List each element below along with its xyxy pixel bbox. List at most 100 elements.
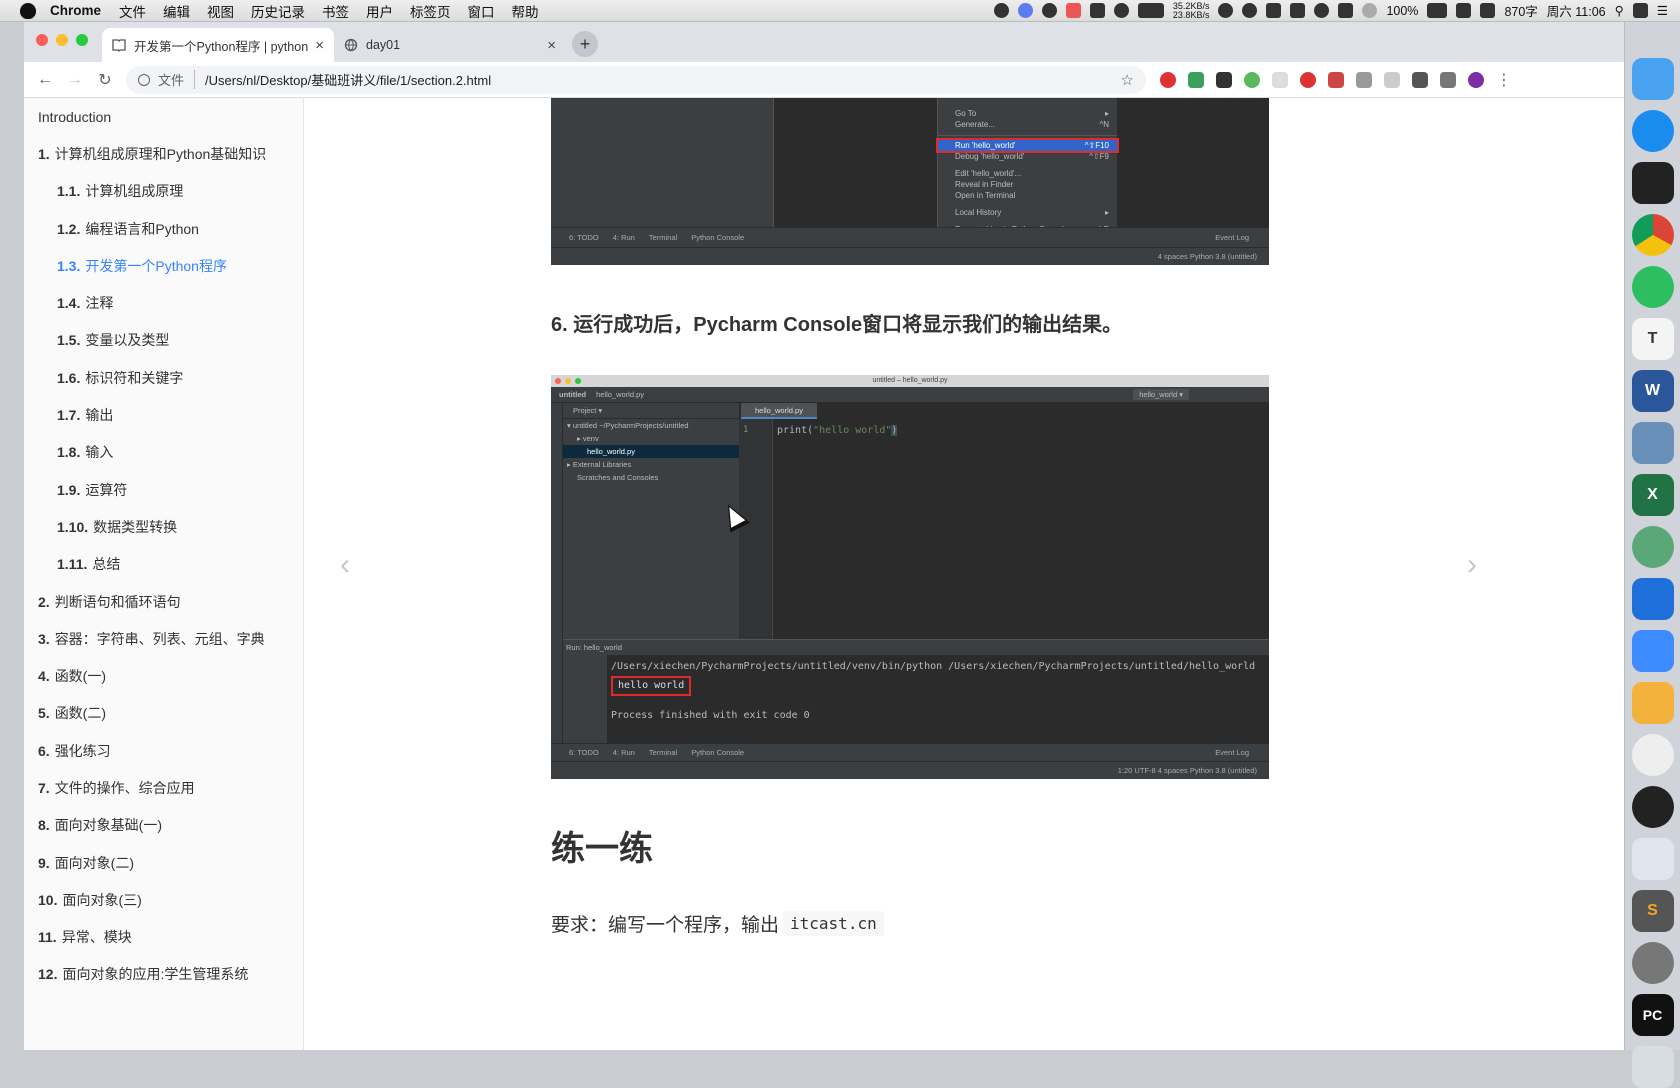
sidebar-item[interactable]: 1.11. 总结 [24, 546, 303, 583]
sidebar-item[interactable]: 5. 函数(二) [24, 695, 303, 732]
apple-icon[interactable] [20, 2, 36, 19]
preview-icon[interactable] [1631, 422, 1674, 464]
adblock-icon[interactable] [1160, 71, 1176, 88]
evernote-icon[interactable] [1631, 266, 1674, 308]
typora-icon[interactable]: T [1631, 318, 1674, 360]
status-app-icon[interactable] [1242, 3, 1258, 18]
menu-item-history[interactable]: 历史记录 [251, 1, 305, 21]
menu-item-file[interactable]: 文件 [119, 1, 146, 21]
evernote-icon[interactable] [1244, 71, 1260, 88]
info-icon[interactable] [138, 73, 150, 86]
puzzle-icon[interactable] [1440, 71, 1456, 88]
sidebar-item[interactable]: 2. 判断语句和循环语句 [24, 583, 303, 620]
atom-icon[interactable] [1631, 526, 1674, 568]
sidebar-item[interactable]: 1.6. 标识符和关键字 [24, 359, 303, 396]
sidebar-item[interactable]: 1.8. 输入 [24, 434, 303, 471]
battery-icon[interactable] [1427, 3, 1448, 18]
chrome-icon[interactable] [1631, 214, 1674, 256]
extension-icon[interactable] [1300, 71, 1316, 88]
sidebar-item[interactable]: 6. 强化练习 [24, 732, 303, 769]
sidebar-item[interactable]: 1.10. 数据类型转换 [24, 508, 303, 545]
close-tab-icon[interactable]: × [315, 37, 324, 54]
sidebar-item[interactable]: 1. 计算机组成原理和Python基础知识 [24, 135, 303, 172]
app-icon[interactable] [1631, 838, 1674, 880]
menu-item-people[interactable]: 用户 [366, 1, 393, 21]
folder-icon[interactable] [1631, 682, 1674, 724]
profile-avatar[interactable] [1468, 71, 1484, 88]
close-tab-icon[interactable]: × [547, 37, 556, 54]
notification-center-icon[interactable]: ☰ [1657, 3, 1668, 18]
status-app-icon[interactable] [1218, 3, 1234, 18]
sidebar-item[interactable]: 9. 面向对象(二) [24, 844, 303, 881]
menu-item-edit[interactable]: 编辑 [163, 1, 190, 21]
obs-icon[interactable] [1631, 786, 1674, 828]
bookmark-star-icon[interactable]: ☆ [1121, 71, 1134, 89]
word-icon[interactable]: W [1631, 370, 1674, 412]
sublime-icon[interactable]: S [1631, 890, 1674, 932]
status-app-icon[interactable] [1089, 3, 1105, 18]
sidebar-item[interactable]: 11. 异常、模块 [24, 919, 303, 956]
address-bar[interactable]: 文件 /Users/nl/Desktop/基础班讲义/file/1/sectio… [126, 65, 1146, 94]
spotlight-icon[interactable]: ⚲ [1615, 3, 1624, 18]
clock[interactable]: 周六 11:06 [1547, 1, 1606, 20]
menu-item-bookmarks[interactable]: 书签 [322, 1, 349, 21]
extension-icon[interactable] [1384, 71, 1400, 88]
status-app-icon[interactable] [1266, 3, 1282, 18]
sidebar-item[interactable]: 12. 面向对象的应用:学生管理系统 [24, 956, 303, 993]
extension-icon[interactable] [1412, 71, 1428, 88]
status-app-icon[interactable] [1290, 3, 1306, 18]
sidebar-item[interactable]: 1.7. 输出 [24, 396, 303, 433]
menu-item-window[interactable]: 窗口 [468, 1, 495, 21]
menu-item-view[interactable]: 视图 [207, 1, 234, 21]
sidebar-item[interactable]: 8. 面向对象基础(一) [24, 807, 303, 844]
safari-icon[interactable] [1631, 110, 1674, 152]
forward-icon[interactable]: → [60, 71, 90, 89]
tab-day01[interactable]: day01 × [334, 28, 566, 62]
extension-icon[interactable] [1328, 71, 1344, 88]
sidebar-item[interactable]: 1.5. 变量以及类型 [24, 322, 303, 359]
status-app-icon[interactable] [993, 3, 1009, 18]
extension-icon[interactable] [1188, 71, 1204, 88]
wifi-icon[interactable] [1362, 3, 1378, 18]
status-app-icon[interactable] [1338, 3, 1354, 18]
back-icon[interactable]: ← [30, 71, 60, 89]
sidebar-item[interactable]: 3. 容器：字符串、列表、元组、字典 [24, 620, 303, 657]
excel-icon[interactable]: X [1631, 474, 1674, 516]
sidebar-item[interactable]: 1.2. 编程语言和Python [24, 210, 303, 247]
menu-kebab-icon[interactable]: ⋮ [1496, 70, 1512, 90]
status-app-icon[interactable] [1632, 3, 1648, 18]
input-method-icon[interactable] [1480, 3, 1496, 18]
menu-app-name[interactable]: Chrome [50, 3, 101, 18]
prev-page-chevron-icon[interactable]: ‹ [340, 548, 350, 582]
cpu-monitor-icon[interactable] [1137, 3, 1164, 18]
close-window-button[interactable] [36, 34, 48, 46]
minimize-window-button[interactable] [56, 34, 68, 46]
finder-icon[interactable] [1631, 58, 1674, 100]
address-url[interactable]: /Users/nl/Desktop/基础班讲义/file/1/section.2… [205, 70, 491, 89]
extension-icon[interactable] [1272, 71, 1288, 88]
sidebar-item[interactable]: 1.3. 开发第一个Python程序 [24, 247, 303, 284]
sidebar-item[interactable]: 1.4. 注释 [24, 284, 303, 321]
extension-icon[interactable] [1216, 71, 1232, 88]
status-app-icon[interactable] [1456, 3, 1472, 18]
reload-icon[interactable]: ↻ [90, 70, 120, 90]
sidebar-item[interactable]: 1.1. 计算机组成原理 [24, 173, 303, 210]
app-icon[interactable] [1631, 630, 1674, 672]
system-preferences-icon[interactable] [1631, 942, 1674, 984]
menu-item-tabs[interactable]: 标签页 [410, 1, 451, 21]
status-app-icon[interactable] [1017, 3, 1033, 18]
status-app-icon[interactable] [1041, 3, 1057, 18]
pycharm-icon[interactable]: PC [1631, 994, 1674, 1036]
menu-item-help[interactable]: 帮助 [512, 1, 539, 21]
clock-app-icon[interactable] [1631, 734, 1674, 776]
sidebar-item[interactable]: 10. 面向对象(三) [24, 881, 303, 918]
maximize-window-button[interactable] [76, 34, 88, 46]
next-page-chevron-icon[interactable]: › [1467, 548, 1477, 582]
status-app-icon[interactable] [1113, 3, 1129, 18]
sidebar-item[interactable]: 4. 函数(一) [24, 657, 303, 694]
screen-share-icon[interactable] [1631, 578, 1674, 620]
sidebar-item[interactable]: Introduction [24, 98, 303, 135]
status-app-icon[interactable] [1065, 3, 1081, 18]
sidebar-item[interactable]: 1.9. 运算符 [24, 471, 303, 508]
sidebar-item[interactable]: 7. 文件的操作、综合应用 [24, 769, 303, 806]
